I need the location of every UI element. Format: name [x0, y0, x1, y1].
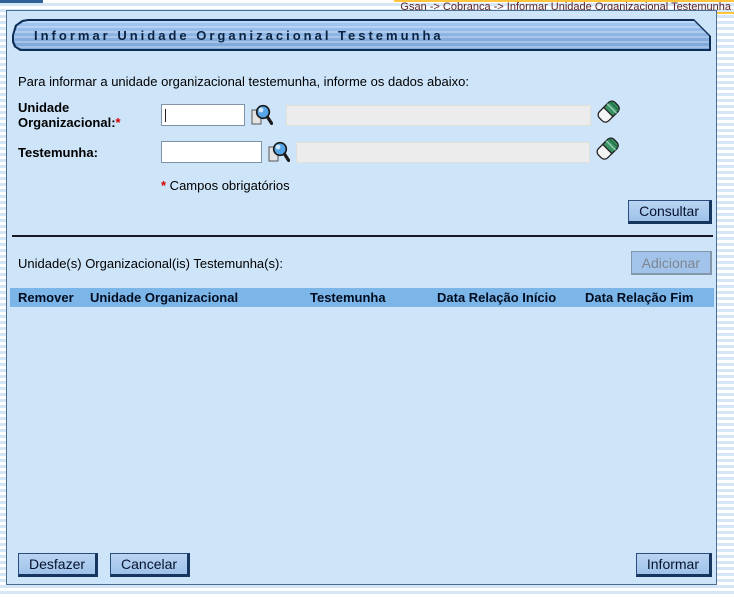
testemunha-clear-button[interactable]: [595, 135, 621, 161]
unidade-organizacional-display: [286, 105, 591, 126]
informar-button[interactable]: Informar: [636, 553, 712, 577]
intro-text: Para informar a unidade organizacional t…: [18, 74, 712, 89]
column-header-testemunha: Testemunha: [310, 290, 437, 305]
consultar-button[interactable]: Consultar: [628, 200, 712, 224]
testemunha-label: Testemunha:: [18, 145, 161, 160]
column-header-unidade-organizacional: Unidade Organizacional: [90, 290, 310, 305]
section-divider: [12, 235, 713, 237]
unidade-organizacional-input[interactable]: [161, 104, 245, 126]
testemunha-row: Testemunha:: [18, 139, 712, 165]
adicionar-button[interactable]: Adicionar: [631, 251, 712, 275]
search-icon: [266, 152, 290, 167]
consultar-row: Consultar: [18, 200, 712, 224]
page-title-bar-background: Informar Unidade Organizacional Testemun…: [14, 21, 709, 49]
unidade-organizacional-label: Unidade Organizacional:*: [18, 100, 161, 130]
testemunha-label-text: Testemunha:: [18, 145, 98, 160]
desfazer-button[interactable]: Desfazer: [18, 553, 98, 577]
top-accent-bar: [0, 0, 43, 3]
testemunha-search-button[interactable]: [266, 140, 290, 164]
list-header-row: Unidade(s) Organizacional(is) Testemunha…: [18, 251, 712, 275]
list-section: Unidade(s) Organizacional(is) Testemunha…: [7, 251, 716, 275]
column-header-remover: Remover: [10, 290, 90, 305]
testemunha-input[interactable]: [161, 141, 262, 163]
testemunha-display: [296, 142, 590, 163]
results-table-header: Remover Unidade Organizacional Testemunh…: [10, 288, 714, 307]
eraser-icon: [595, 151, 621, 166]
required-fields-note: * Campos obrigatórios: [161, 178, 712, 193]
page-title-bar: Informar Unidade Organizacional Testemun…: [12, 19, 711, 51]
required-note-text: Campos obrigatórios: [166, 178, 290, 193]
search-icon: [249, 115, 273, 130]
unidade-organizacional-label-text: Unidade Organizacional:: [18, 100, 116, 130]
eraser-icon: [596, 114, 622, 129]
column-header-data-relacao-fim: Data Relação Fim: [585, 290, 714, 305]
required-asterisk: *: [116, 115, 121, 130]
page-title: Informar Unidade Organizacional Testemun…: [14, 28, 444, 43]
column-header-data-relacao-inicio: Data Relação Início: [437, 290, 585, 305]
form-content: Para informar a unidade organizacional t…: [7, 74, 716, 224]
unidade-organizacional-clear-button[interactable]: [596, 98, 622, 124]
unidade-organizacional-search-button[interactable]: [249, 103, 273, 127]
cancelar-button[interactable]: Cancelar: [110, 553, 190, 577]
list-label: Unidade(s) Organizacional(is) Testemunha…: [18, 256, 283, 271]
main-panel: Informar Unidade Organizacional Testemun…: [6, 10, 717, 585]
unidade-organizacional-row: Unidade Organizacional:*: [18, 100, 712, 130]
page-background: { "page": { "breadcrumb": "Gsan -> Cobra…: [0, 0, 734, 597]
bottom-action-bar: Desfazer Cancelar Informar: [18, 553, 712, 577]
